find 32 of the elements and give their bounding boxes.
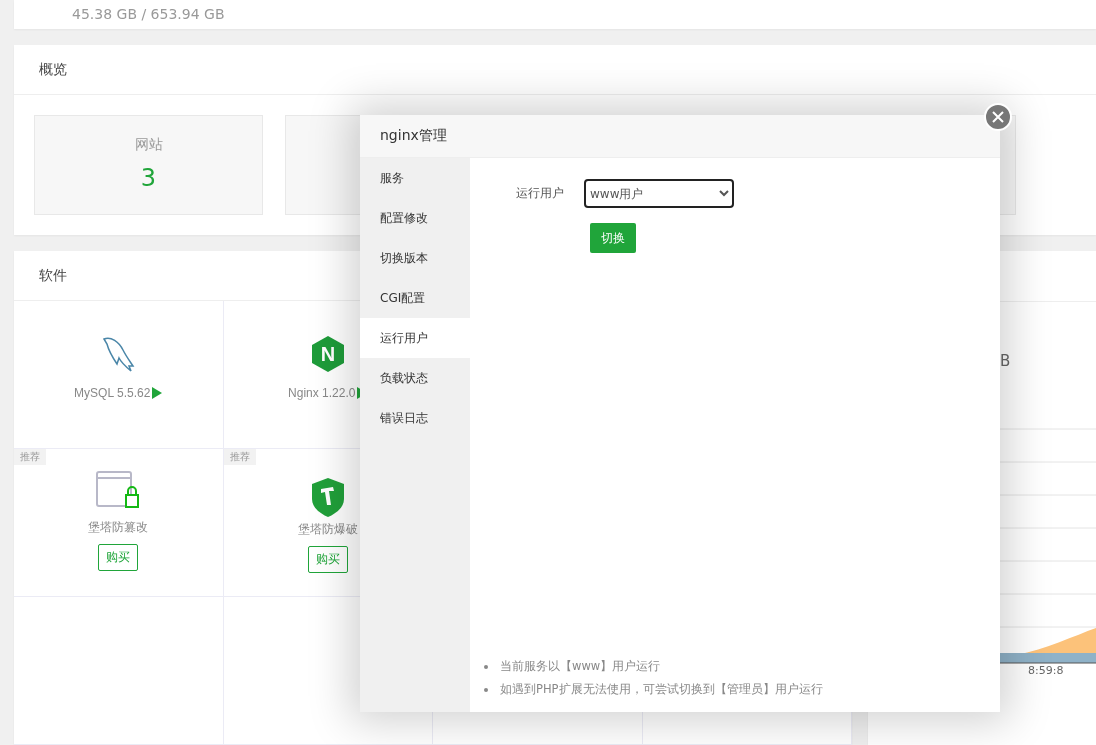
field-label: 运行用户 — [516, 185, 564, 202]
stat-label: 网站 — [134, 136, 163, 154]
note-text: 如遇到PHP扩展无法使用，可尝试切换到【管理员】用户运行 — [500, 681, 823, 698]
note-text: 当前服务以【www】用户运行 — [500, 658, 661, 675]
recommend-tag: 推荐 — [223, 449, 256, 465]
sidebar-tab[interactable]: 运行用户 — [360, 318, 470, 358]
axis-label: 8:59:8 — [1028, 664, 1064, 677]
bullet-icon — [484, 664, 488, 669]
play-icon[interactable] — [152, 387, 163, 399]
recommend-tag: 推荐 — [14, 449, 46, 465]
overview-title: 概览 — [39, 60, 67, 79]
disk-usage: 45.38 GB / 653.94 GB — [72, 5, 226, 21]
traffic-reading: B — [1000, 352, 1012, 370]
user-select[interactable]: www用户 — [584, 179, 734, 208]
plugin-name: 堡塔防篡改 — [88, 519, 149, 536]
sidebar-tab[interactable]: 负载状态 — [360, 358, 470, 398]
bullet-icon — [484, 687, 488, 692]
dialog-title: nginx管理 — [380, 127, 447, 145]
nginx-logo-icon: N — [310, 335, 345, 373]
sidebar-tab[interactable]: CGI配置 — [360, 278, 470, 318]
sidebar-tab[interactable]: 切换版本 — [360, 238, 470, 278]
browser-lock-icon — [96, 471, 141, 509]
software-title: 软件 — [39, 266, 67, 285]
sidebar-tab[interactable]: 错误日志 — [360, 398, 470, 438]
sidebar-tab[interactable]: 配置修改 — [360, 198, 470, 238]
dolphin-icon — [101, 336, 136, 372]
plugin-name: 堡塔防爆破 — [297, 521, 358, 538]
sidebar-tab[interactable]: 服务 — [360, 158, 470, 198]
close-icon — [992, 111, 1004, 123]
shield-hammer-icon — [310, 477, 345, 517]
software-name[interactable]: MySQL 5.5.62 — [74, 386, 163, 400]
stat-value: 3 — [140, 164, 157, 192]
